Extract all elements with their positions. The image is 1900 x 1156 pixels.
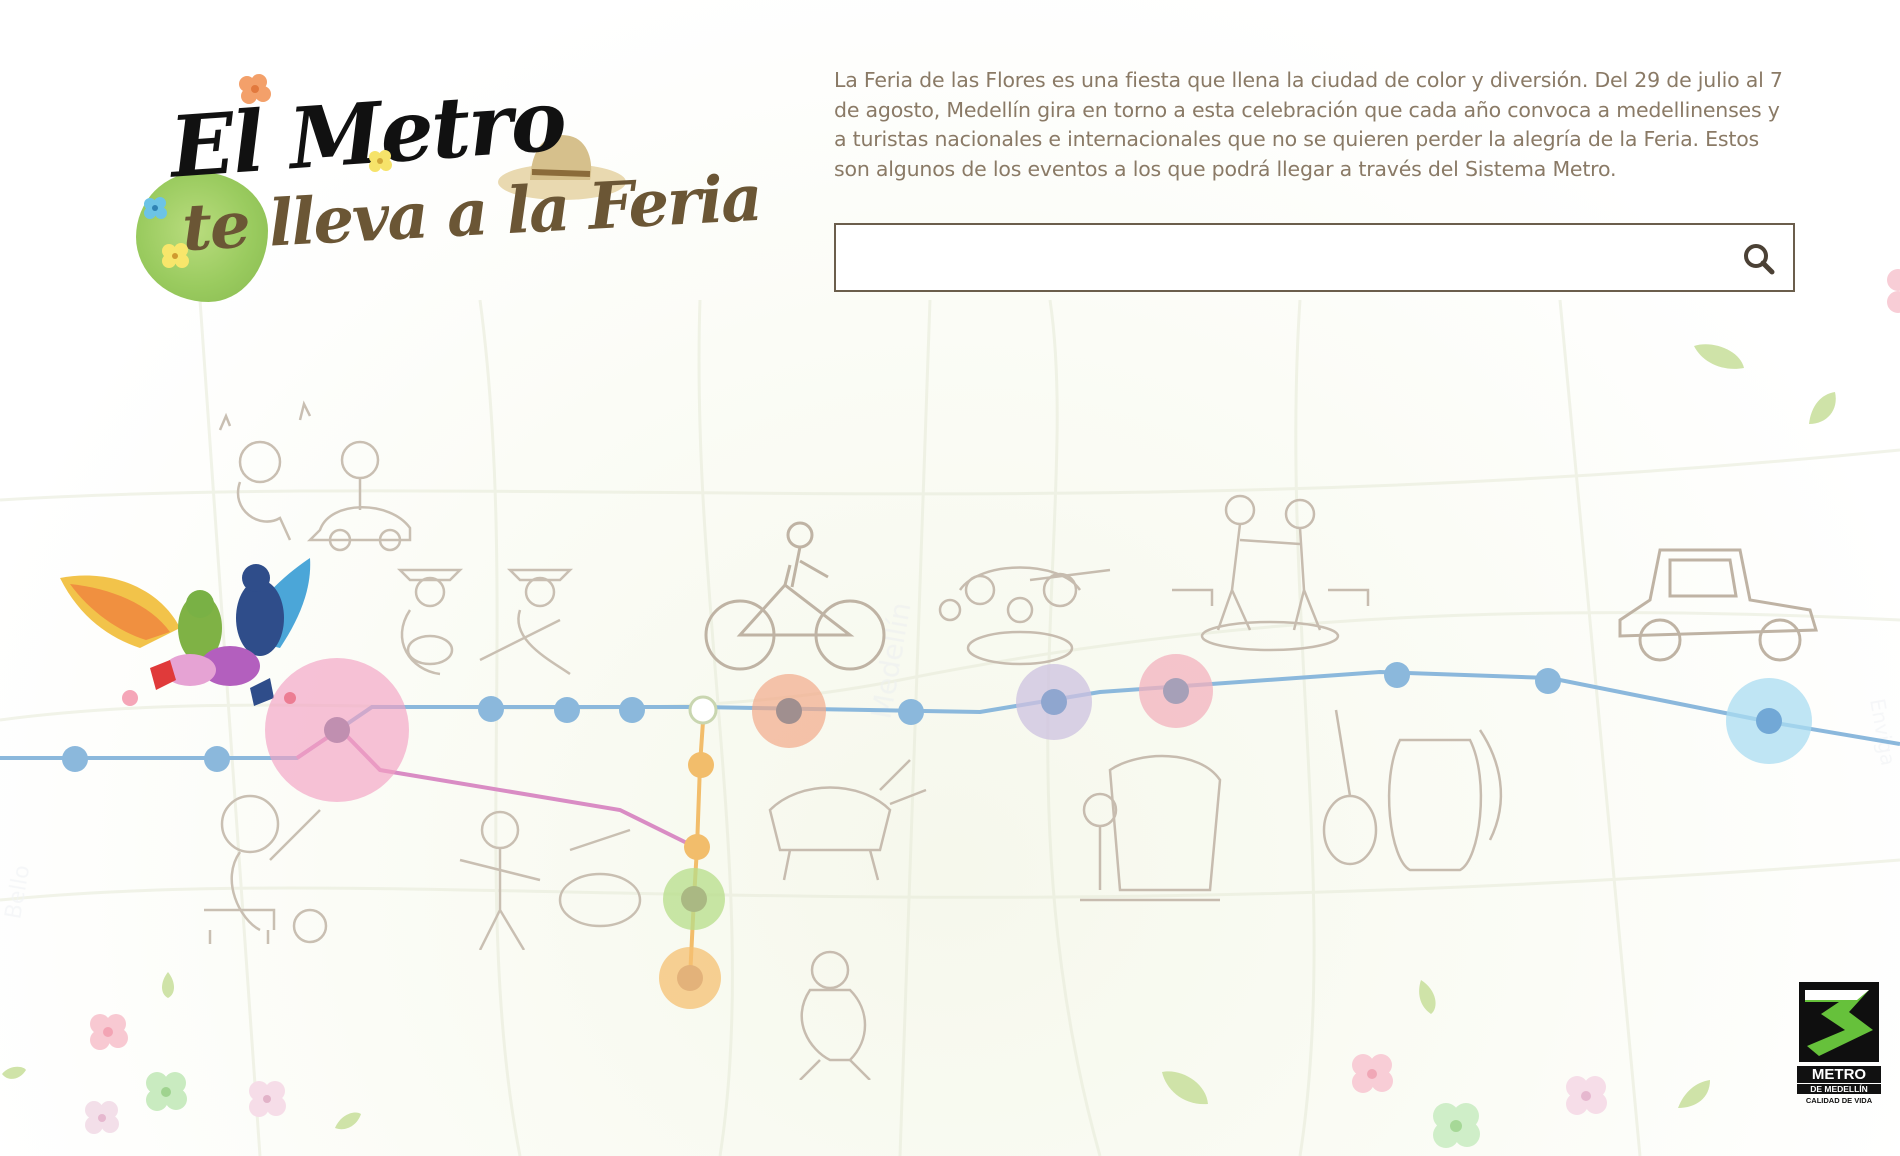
flower-icon	[1352, 1054, 1393, 1093]
flower-icon	[1887, 269, 1900, 313]
metro-station[interactable]	[554, 697, 580, 723]
metro-station[interactable]	[1384, 662, 1410, 688]
metro-station[interactable]	[1756, 708, 1782, 734]
metro-logo-name: METRO	[1797, 1066, 1881, 1083]
metro-station[interactable]	[478, 696, 504, 722]
leaf-icon	[1809, 392, 1836, 424]
metro-logo-icon	[1799, 982, 1879, 1062]
leaf-icon	[335, 1112, 361, 1130]
flower-icon	[85, 1101, 119, 1134]
leaf-icon	[2, 1066, 26, 1079]
metro-station[interactable]	[1535, 668, 1561, 694]
metro-station[interactable]	[1163, 678, 1189, 704]
flower-icon	[90, 1014, 128, 1050]
leaf-icon	[1162, 1071, 1208, 1105]
metro-medellin-logo[interactable]: METRO DE MEDELLÍN CALIDAD DE VIDA	[1797, 980, 1881, 1108]
metro-station-transfer[interactable]	[688, 695, 718, 725]
leaf-icon	[1694, 344, 1744, 369]
metro-station[interactable]	[62, 746, 88, 772]
feria-page: Bello Medellín Enviga El Metro te lleva …	[0, 0, 1900, 1156]
leaf-icon	[162, 972, 174, 998]
metro-logo-subtitle: DE MEDELLÍN	[1797, 1084, 1881, 1094]
flower-icon	[1433, 1103, 1480, 1148]
metro-station[interactable]	[684, 834, 710, 860]
flower-icon	[249, 1081, 286, 1117]
metro-station[interactable]	[619, 697, 645, 723]
metro-logo-tagline: CALIDAD DE VIDA	[1805, 1096, 1873, 1105]
metro-map	[0, 654, 1900, 1009]
metro-station[interactable]	[677, 965, 703, 991]
metro-station[interactable]	[204, 746, 230, 772]
leaf-icon	[1419, 980, 1436, 1014]
metro-station[interactable]	[681, 886, 707, 912]
metro-station[interactable]	[776, 698, 802, 724]
leaf-icon	[1678, 1080, 1710, 1108]
flower-icon	[1566, 1076, 1607, 1115]
metro-station[interactable]	[688, 752, 714, 778]
metro-station[interactable]	[898, 699, 924, 725]
metro-station[interactable]	[324, 717, 350, 743]
metro-station[interactable]	[1041, 689, 1067, 715]
flower-icon	[146, 1072, 187, 1111]
